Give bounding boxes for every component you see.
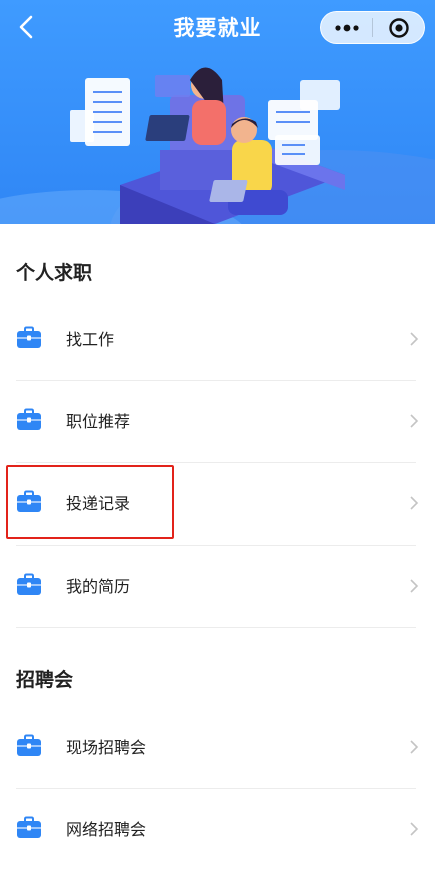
chevron-right-icon [410,496,419,510]
target-close-icon [388,17,409,38]
briefcase-icon [17,734,41,756]
menu-item-onsite-job-fair[interactable]: 现场招聘会 [0,706,435,788]
chevron-right-icon [410,332,419,346]
menu-item-job-recommend[interactable]: 职位推荐 [0,380,435,462]
menu-item-label: 我的简历 [66,577,131,596]
chevron-right-icon [410,822,419,836]
hero-banner: 我要就业 [0,0,435,224]
more-button[interactable] [321,12,372,43]
chevron-right-icon [410,740,419,754]
chevron-right-icon [410,579,419,593]
more-dots-icon [334,24,359,31]
menu-item-my-resume[interactable]: 我的简历 [0,545,435,627]
menu-item-label: 现场招聘会 [66,738,147,757]
briefcase-icon [17,326,41,348]
section-title-personal-job: 个人求职 [16,262,93,284]
menu-item-label: 职位推荐 [66,412,131,431]
menu-item-online-job-fair[interactable]: 网络招聘会 [0,788,435,870]
briefcase-icon [17,573,41,595]
menu-item-label: 投递记录 [66,494,131,513]
divider [16,627,416,628]
menu-item-label: 网络招聘会 [66,820,147,839]
chevron-right-icon [410,414,419,428]
menu-item-label: 找工作 [66,330,115,349]
briefcase-icon [17,408,41,430]
menu-item-application-records[interactable]: 投递记录 [0,462,435,544]
briefcase-icon [17,490,41,512]
menu-item-find-job[interactable]: 找工作 [0,298,435,380]
section-title-job-fair: 招聘会 [16,669,74,691]
miniprogram-capsule [320,11,425,44]
close-button[interactable] [373,12,424,43]
briefcase-icon [17,816,41,838]
